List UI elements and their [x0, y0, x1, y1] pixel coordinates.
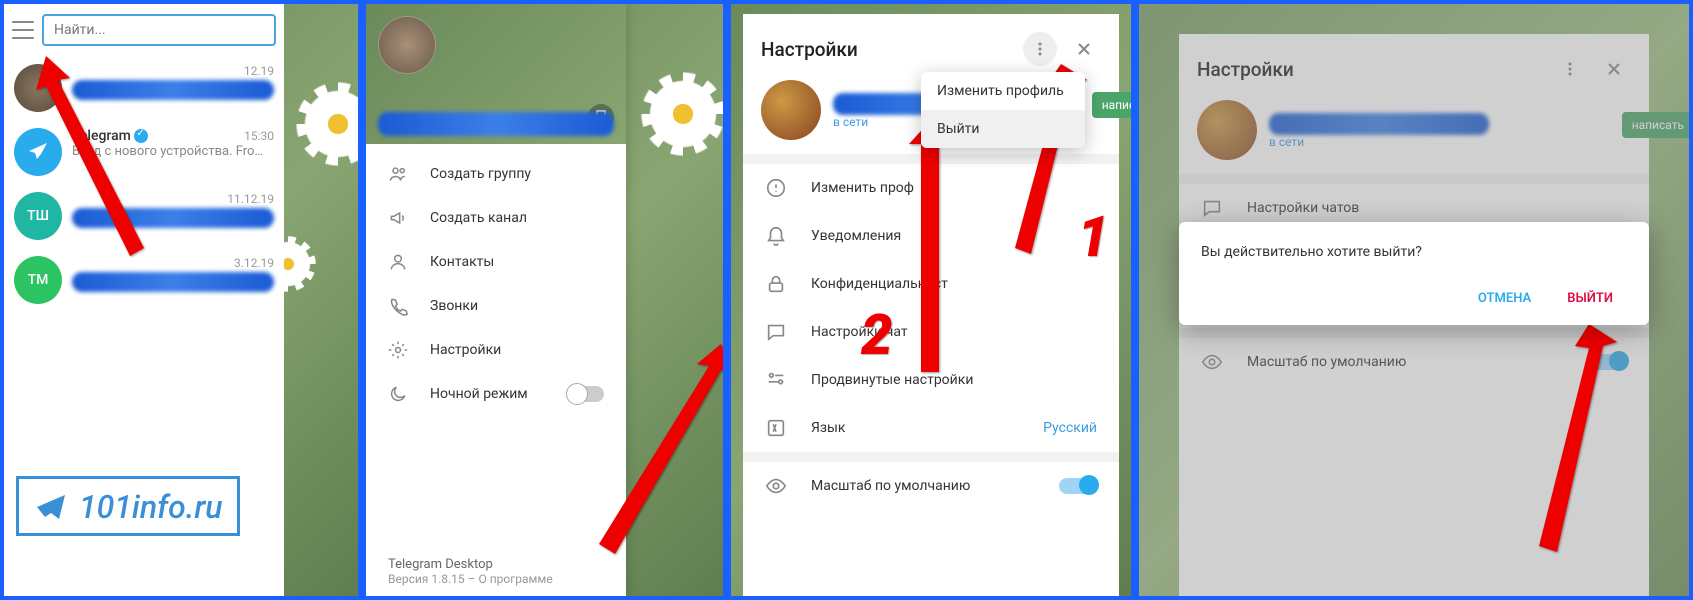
watermark-logo: 101info.ru: [16, 476, 240, 536]
more-button[interactable]: [1023, 32, 1057, 66]
dialog-exit-button[interactable]: ВЫЙТИ: [1553, 282, 1627, 315]
red-arrow-2: [891, 122, 971, 382]
chat-time: 11.12.19: [227, 192, 274, 206]
chat-time: 15:30: [244, 129, 274, 143]
profile-avatar[interactable]: [761, 80, 821, 140]
menu-hamburger-button[interactable]: [12, 21, 34, 39]
drawer-header: [366, 4, 626, 144]
chat-time: 12.19: [244, 64, 274, 78]
settings-language[interactable]: ЯзыкРусский: [743, 404, 1119, 452]
annotation-2: 2: [861, 302, 892, 368]
write-button[interactable]: написать: [1092, 92, 1135, 118]
chat-time: 3.12.19: [234, 256, 274, 270]
dropdown-edit-profile[interactable]: Изменить профиль: [921, 72, 1085, 110]
panel-3-settings-menu: Настройки в сети написать Изменить проф …: [727, 0, 1135, 600]
menu-contacts[interactable]: Контакты: [366, 240, 626, 284]
scale-toggle[interactable]: [1059, 478, 1097, 494]
menu-calls[interactable]: Звонки: [366, 284, 626, 328]
panel-4-confirm-dialog: Настройки в сети написать Настройки чато…: [1135, 0, 1693, 600]
dialog-text: Вы действительно хотите выйти?: [1201, 244, 1627, 260]
red-arrow: [36, 56, 176, 276]
dialog-cancel-button[interactable]: ОТМЕНА: [1464, 282, 1545, 315]
search-input[interactable]: [42, 14, 276, 46]
annotation-1: 1: [1078, 204, 1109, 270]
logout-confirm-dialog: Вы действительно хотите выйти? ОТМЕНА ВЫ…: [1179, 222, 1649, 325]
close-button[interactable]: [1067, 32, 1101, 66]
profile-avatar[interactable]: [378, 16, 436, 74]
panel-1-chatlist: 12.19 Telegram 15:30 Вход с нового устро…: [0, 0, 362, 600]
dropdown-logout[interactable]: Выйти: [921, 110, 1085, 148]
panel-2-drawer: Создать группу Создать канал Контакты Зв…: [362, 0, 727, 600]
redacted-blur: [378, 112, 614, 136]
settings-default-scale[interactable]: Масштаб по умолчанию: [743, 462, 1119, 510]
menu-new-group[interactable]: Создать группу: [366, 152, 626, 196]
tutorial-strip: 12.19 Telegram 15:30 Вход с нового устро…: [0, 0, 1693, 600]
language-value: Русский: [1043, 420, 1097, 436]
settings-title: Настройки: [761, 38, 1013, 61]
red-arrow: [1519, 324, 1629, 564]
more-dropdown: Изменить профиль Выйти: [921, 72, 1085, 148]
drawer-footer: Telegram Desktop Версия 1.8.15 – О прогр…: [388, 557, 553, 586]
menu-new-channel[interactable]: Создать канал: [366, 196, 626, 240]
red-arrow: [573, 344, 727, 574]
